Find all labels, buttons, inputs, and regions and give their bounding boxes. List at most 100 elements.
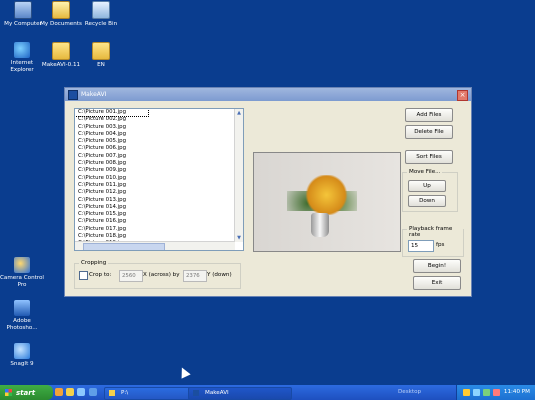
quick-launch-ie-icon[interactable] — [55, 388, 63, 396]
close-button[interactable]: × — [457, 90, 468, 101]
playback-label: Playback frame rate — [407, 226, 463, 238]
folder-icon — [109, 390, 115, 396]
crop-checkbox[interactable] — [79, 271, 88, 280]
window-title: MakeAVI — [81, 91, 107, 98]
folder-icon — [52, 42, 70, 60]
file-list-item[interactable]: C:\Picture 001.jpg — [75, 109, 149, 118]
window-titlebar[interactable]: MakeAVI × — [65, 88, 471, 101]
file-list-item[interactable]: C:\Picture 015.jpg — [75, 211, 233, 218]
taskbar: start P:\ MakeAVI Desktop 11:40 PM — [0, 385, 535, 400]
down-button[interactable]: Down — [408, 195, 446, 207]
desktop-icon-label: Recycle Bin — [84, 21, 118, 27]
system-tray: 11:40 PM — [456, 385, 535, 400]
crop-x-field[interactable]: 2560 — [119, 270, 143, 282]
desktop-icon-makeavi-folder[interactable]: MakeAVI-0.11 — [39, 42, 83, 69]
file-list-item[interactable]: C:\Picture 013.jpg — [75, 197, 233, 204]
file-list-item[interactable]: C:\Picture 009.jpg — [75, 167, 233, 174]
crop-y-field[interactable]: 2376 — [183, 270, 207, 282]
recycle-bin-icon — [92, 1, 110, 19]
windows-flag-icon — [5, 389, 12, 396]
crop-y-label: Y (down) — [207, 272, 232, 278]
scroll-down-icon[interactable]: ▼ — [235, 234, 243, 242]
taskbar-makeavi-label: MakeAVI — [205, 390, 229, 396]
fps-input[interactable]: 15 — [408, 240, 434, 252]
cropping-group: Cropping Crop to: 2560 X (across) by 237… — [74, 260, 241, 289]
file-list-item[interactable]: C:\Picture 017.jpg — [75, 226, 233, 233]
photoshop-icon — [14, 300, 30, 316]
move-file-group: Move File... Up Down — [402, 169, 458, 212]
file-list-item[interactable]: C:\Picture 002.jpg — [75, 116, 233, 123]
up-button[interactable]: Up — [408, 180, 446, 192]
horizontal-scrollbar[interactable] — [75, 241, 235, 250]
tray-icon[interactable] — [473, 389, 480, 396]
desktop-icon-en-folder[interactable]: EN — [79, 42, 123, 69]
file-list-item[interactable]: C:\Picture 014.jpg — [75, 204, 233, 211]
delete-file-button[interactable]: Delete File — [405, 125, 453, 139]
documents-icon — [52, 1, 70, 19]
desktop-icon-label: Internet Explorer — [10, 60, 34, 73]
file-list-item[interactable]: C:\Picture 005.jpg — [75, 138, 233, 145]
file-list-item[interactable]: C:\Picture 008.jpg — [75, 160, 233, 167]
preview-vase — [311, 213, 329, 237]
quick-launch-folder-icon[interactable] — [66, 388, 74, 396]
fps-unit-label: fps — [436, 242, 445, 248]
desktop-icon-camera-control[interactable]: Camera Control Pro — [0, 257, 44, 289]
internet-explorer-icon — [14, 42, 30, 58]
app-icon — [68, 89, 78, 100]
file-list-item[interactable]: C:\Picture 003.jpg — [75, 124, 233, 131]
sort-files-button[interactable]: Sort Files — [405, 150, 453, 164]
desktop-icon-photoshop[interactable]: Adobe Photosho... — [0, 300, 44, 332]
tray-icon[interactable] — [483, 389, 490, 396]
start-button[interactable]: start — [0, 385, 53, 400]
snagit-icon — [14, 343, 30, 359]
quick-launch-desktop-icon[interactable] — [77, 388, 85, 396]
desktop-icon-label: My Documents — [40, 21, 82, 27]
desktop-icon-my-documents[interactable]: My Documents — [39, 1, 83, 28]
camera-control-icon — [14, 257, 30, 273]
scroll-up-icon[interactable]: ▲ — [235, 109, 243, 117]
file-list-items: C:\Picture 001.jpg C:\Picture 002.jpg C:\P… — [75, 109, 233, 246]
tray-icon[interactable] — [463, 389, 470, 396]
file-list-item[interactable]: C:\Picture 010.jpg — [75, 175, 233, 182]
file-list-item[interactable]: C:\Picture 004.jpg — [75, 131, 233, 138]
makeavi-icon — [193, 390, 199, 396]
preview-flowers — [299, 175, 354, 215]
folder-icon — [92, 42, 110, 60]
image-preview — [253, 152, 401, 252]
desktop-icon-label: MakeAVI-0.11 — [41, 62, 81, 68]
taskbar-explorer-label: P:\ — [121, 390, 129, 396]
file-list-item[interactable]: C:\Picture 018.jpg — [75, 233, 233, 240]
desktop-icon-internet-explorer[interactable]: Internet Explorer — [0, 42, 44, 74]
file-list-item[interactable]: C:\Picture 007.jpg — [75, 153, 233, 160]
cropping-label: Cropping — [79, 260, 109, 266]
desktop-icon-recycle-bin[interactable]: Recycle Bin — [79, 1, 123, 28]
desktop-icon-label: SnagIt 9 — [10, 361, 34, 367]
desktop-icon-label: Camera Control Pro — [0, 275, 44, 288]
file-listbox[interactable]: C:\Picture 001.jpg C:\Picture 002.jpg C:\P… — [74, 108, 244, 251]
file-list-item[interactable]: C:\Picture 016.jpg — [75, 218, 233, 225]
tray-icon[interactable] — [493, 389, 500, 396]
computer-icon — [14, 1, 32, 19]
horizontal-scroll-thumb[interactable] — [83, 243, 165, 250]
desktop-icon-snagit[interactable]: SnagIt 9 — [0, 343, 44, 368]
desktop-toolbar-label[interactable]: Desktop — [398, 389, 421, 395]
makeavi-window: MakeAVI × C:\Picture 001.jpg C:\Picture 0… — [64, 87, 472, 297]
quick-launch-app-icon[interactable] — [89, 388, 97, 396]
vertical-scrollbar[interactable]: ▲ ▼ — [234, 109, 243, 242]
mouse-pointer-icon — [177, 365, 191, 379]
add-files-button[interactable]: Add Files — [405, 108, 453, 122]
taskbar-makeavi-button[interactable]: MakeAVI — [188, 387, 292, 400]
playback-group: Playback frame rate 15 fps — [402, 226, 464, 257]
move-file-label: Move File... — [407, 169, 443, 175]
file-list-item[interactable]: C:\Picture 011.jpg — [75, 182, 233, 189]
start-label: start — [16, 388, 36, 397]
file-list-item[interactable]: C:\Picture 012.jpg — [75, 189, 233, 196]
file-list-item[interactable]: C:\Picture 006.jpg — [75, 145, 233, 152]
crop-to-label: Crop to: — [89, 272, 112, 278]
exit-button[interactable]: Exit — [413, 276, 461, 290]
crop-x-label: X (across) by — [143, 272, 180, 278]
clock: 11:40 PM — [503, 389, 530, 395]
begin-button[interactable]: Begin! — [413, 259, 461, 273]
desktop-icon-label: EN — [97, 62, 105, 68]
desktop-icon-label: Adobe Photosho... — [6, 318, 38, 331]
